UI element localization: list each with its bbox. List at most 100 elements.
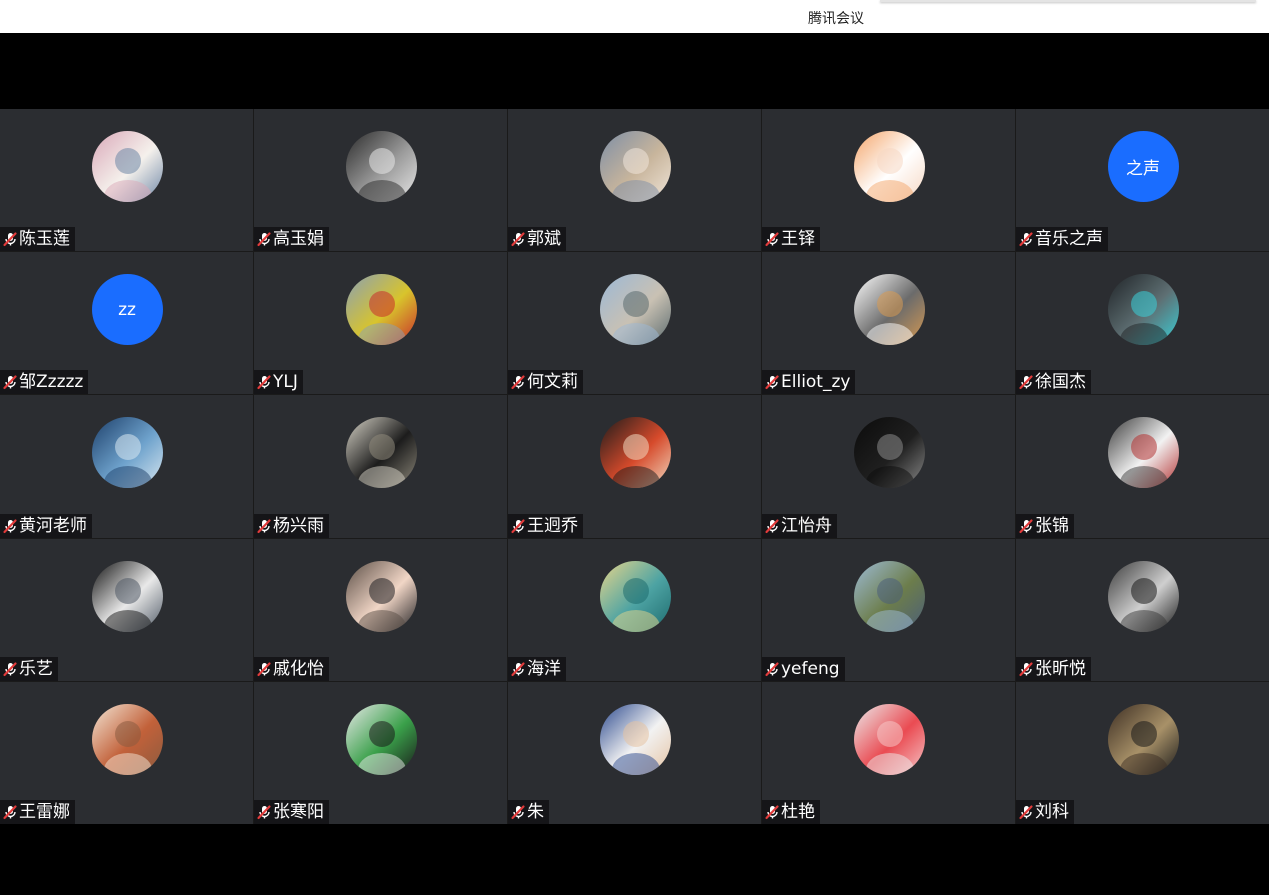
participant-tile[interactable]: 刘科: [1016, 681, 1269, 824]
participant-tile[interactable]: yefeng: [762, 538, 1015, 681]
participant-tile[interactable]: 王迥乔: [508, 395, 761, 538]
participant-tile[interactable]: zz 邹Zzzzz: [0, 252, 253, 395]
participant-tile[interactable]: 高玉娟: [254, 109, 507, 252]
participant-name-bar: 戚化怡: [254, 656, 329, 681]
participant-tile[interactable]: 王雷娜: [0, 681, 253, 824]
avatar-photo-icon: [91, 417, 163, 489]
participant-name: 戚化怡: [273, 658, 324, 679]
avatar-photo-icon: [599, 417, 671, 489]
participant-name: 音乐之声: [1035, 229, 1103, 250]
mic-muted-icon: [765, 375, 779, 390]
participant-name-bar: 何文莉: [508, 370, 583, 395]
avatar-photo-icon: [345, 703, 417, 775]
participant-name: 杨兴雨: [273, 515, 324, 536]
participant-name: 海洋: [527, 658, 561, 679]
title-bar-control-strip[interactable]: [880, 0, 1256, 2]
bottom-black-area: [0, 824, 1269, 895]
avatar-photo-icon: [345, 560, 417, 632]
participant-tile[interactable]: Elliot_zy: [762, 252, 1015, 395]
participant-name: 乐艺: [19, 658, 53, 679]
avatar-photo-icon: [853, 560, 925, 632]
participant-tile[interactable]: YLJ: [254, 252, 507, 395]
mic-muted-icon: [1019, 232, 1033, 247]
participant-name-bar: 王迥乔: [508, 513, 583, 538]
participant-name-bar: 海洋: [508, 656, 566, 681]
avatar-photo-icon: [853, 131, 925, 202]
participant-tile[interactable]: 张昕悦: [1016, 538, 1269, 681]
participant-tile[interactable]: 徐国杰: [1016, 252, 1269, 395]
participant-tile[interactable]: 张锦: [1016, 395, 1269, 538]
participant-avatar: [599, 274, 671, 346]
participant-name-bar: 郭斌: [508, 227, 566, 252]
participant-avatar: [345, 274, 417, 346]
participant-tile[interactable]: 张寒阳: [254, 681, 507, 824]
participant-avatar: [599, 131, 671, 202]
participant-tile[interactable]: 乐艺: [0, 538, 253, 681]
participant-name-bar: 张寒阳: [254, 799, 329, 824]
participant-name: 张寒阳: [273, 801, 324, 822]
mic-muted-icon: [257, 518, 271, 533]
mic-muted-icon: [3, 805, 17, 820]
avatar-photo-icon: [599, 703, 671, 775]
participant-avatar: [1107, 703, 1179, 775]
avatar-photo-icon: [345, 131, 417, 202]
title-bar: 腾讯会议: [0, 0, 1269, 33]
participant-name-bar: 张昕悦: [1016, 656, 1091, 681]
top-black-area: [0, 33, 1269, 109]
participant-avatar: [853, 703, 925, 775]
participant-avatar: [345, 560, 417, 632]
participant-tile[interactable]: 朱: [508, 681, 761, 824]
avatar-photo-icon: [1107, 417, 1179, 489]
participant-name-bar: 陈玉莲: [0, 227, 75, 252]
participant-avatar: [345, 131, 417, 202]
avatar-photo-icon: [1107, 560, 1179, 632]
participant-tile[interactable]: 王铎: [762, 109, 1015, 252]
participant-tile[interactable]: 江怡舟: [762, 395, 1015, 538]
participant-avatar: [1107, 560, 1179, 632]
participant-tile[interactable]: 陈玉莲: [0, 109, 253, 252]
participant-name: 王铎: [781, 229, 815, 250]
participant-avatar: [91, 417, 163, 489]
avatar-photo-icon: [1107, 703, 1179, 775]
avatar-photo-icon: [853, 703, 925, 775]
mic-muted-icon: [1019, 518, 1033, 533]
mic-muted-icon: [765, 662, 779, 676]
mic-muted-icon: [511, 662, 525, 676]
mic-muted-icon: [765, 518, 779, 533]
participant-name: 何文莉: [527, 372, 578, 393]
participant-name-bar: 高玉娟: [254, 227, 329, 252]
participant-avatar: [853, 131, 925, 202]
participant-name: 黄河老师: [19, 515, 87, 536]
participant-name-bar: yefeng: [762, 656, 845, 681]
participant-tile[interactable]: 戚化怡: [254, 538, 507, 681]
participant-tile[interactable]: 杜艳: [762, 681, 1015, 824]
participant-name-bar: 朱: [508, 799, 549, 824]
participant-name: 张锦: [1035, 515, 1069, 536]
participant-tile[interactable]: 海洋: [508, 538, 761, 681]
participant-name-bar: 江怡舟: [762, 513, 837, 538]
participant-name-bar: 王铎: [762, 227, 820, 252]
participant-tile[interactable]: 郭斌: [508, 109, 761, 252]
participant-avatar: [853, 274, 925, 346]
mic-muted-icon: [1019, 805, 1033, 820]
mic-muted-icon: [1019, 662, 1033, 676]
participant-name: yefeng: [781, 658, 840, 679]
participant-name-bar: 音乐之声: [1016, 227, 1108, 252]
participant-tile[interactable]: 之声 音乐之声: [1016, 109, 1269, 252]
participant-name: 江怡舟: [781, 515, 832, 536]
participant-avatar: [91, 560, 163, 632]
participant-name-bar: Elliot_zy: [762, 370, 856, 395]
mic-muted-icon: [511, 375, 525, 390]
avatar-photo-icon: [599, 274, 671, 346]
participant-tile[interactable]: 杨兴雨: [254, 395, 507, 538]
participant-name: 张昕悦: [1035, 658, 1086, 679]
participant-name: 王雷娜: [19, 801, 70, 822]
mic-muted-icon: [257, 232, 271, 247]
participant-name-bar: 徐国杰: [1016, 370, 1091, 395]
window-title: 腾讯会议: [808, 11, 864, 27]
mic-muted-icon: [3, 375, 17, 390]
participant-avatar: [599, 703, 671, 775]
participant-avatar: [599, 417, 671, 489]
participant-tile[interactable]: 黄河老师: [0, 395, 253, 538]
participant-tile[interactable]: 何文莉: [508, 252, 761, 395]
